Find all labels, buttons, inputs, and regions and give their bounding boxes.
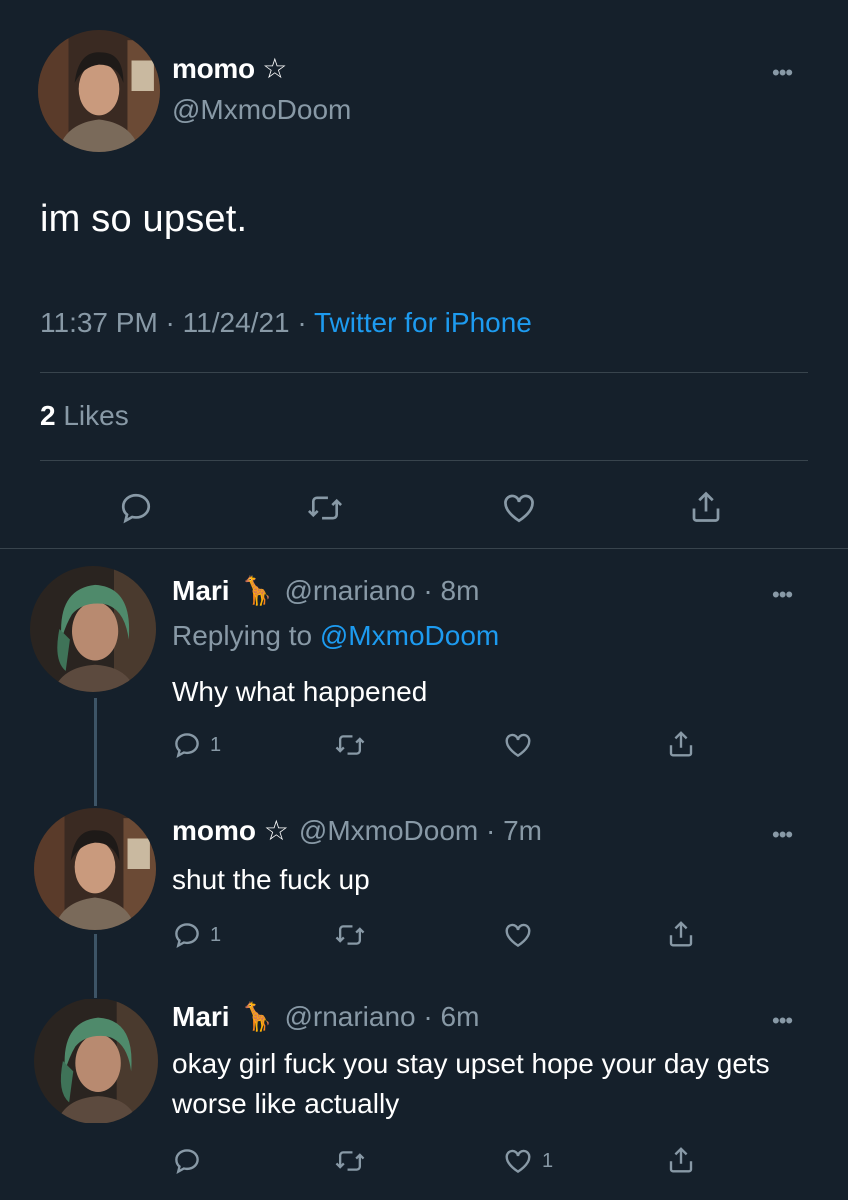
giraffe-emoji: 🦒 xyxy=(239,1001,275,1032)
reply-icon xyxy=(175,733,199,758)
replying-to: Replying to @MxmoDoom xyxy=(172,620,499,652)
author-handle[interactable]: @MxmoDoom xyxy=(172,94,351,126)
reply-author-name[interactable]: Mari xyxy=(172,575,230,607)
more-icon[interactable]: ••• xyxy=(772,824,793,846)
like-icon xyxy=(504,494,534,523)
share-button[interactable] xyxy=(666,1144,696,1176)
reply-icon xyxy=(121,493,151,524)
reply-text: okay girl fuck you stay upset hope your … xyxy=(172,1048,770,1119)
like-button[interactable]: 1 xyxy=(502,1146,553,1176)
more-icon[interactable]: ••• xyxy=(772,62,793,84)
meta-separator: · xyxy=(157,307,183,338)
share-button[interactable] xyxy=(688,488,724,526)
replying-prefix: Replying to xyxy=(172,620,313,651)
reply-count: 1 xyxy=(210,923,222,946)
reply-handle-time[interactable]: @rnariano · 6m xyxy=(284,1001,479,1033)
divider xyxy=(0,548,848,549)
share-icon xyxy=(669,921,693,947)
like-button[interactable] xyxy=(502,920,534,950)
reply-text: shut the fuck up xyxy=(172,864,370,895)
retweet-button[interactable] xyxy=(306,490,344,526)
author-name[interactable]: momo ☆ xyxy=(172,52,287,85)
like-button[interactable] xyxy=(502,730,534,760)
divider xyxy=(40,460,808,461)
reply-button[interactable] xyxy=(118,490,154,526)
retweet-icon xyxy=(335,1151,365,1171)
reply-handle-time[interactable]: @rnariano · 8m xyxy=(284,575,479,607)
likes-label: Likes xyxy=(63,400,129,431)
divider xyxy=(40,372,808,373)
replying-to-handle[interactable]: @MxmoDoom xyxy=(320,620,499,651)
more-icon[interactable]: ••• xyxy=(772,1010,793,1032)
reply-handle-time[interactable]: @MxmoDoom · 7m xyxy=(299,815,542,847)
retweet-icon xyxy=(307,496,343,520)
tweet-date[interactable]: 11/24/21 xyxy=(183,307,290,338)
likes-count: 2 xyxy=(40,400,56,431)
tweet-source[interactable]: Twitter for iPhone xyxy=(314,307,532,338)
retweet-icon xyxy=(335,925,365,945)
retweet-button[interactable] xyxy=(334,920,366,950)
thread-connector xyxy=(94,934,97,998)
avatar-mari[interactable] xyxy=(34,998,158,1124)
more-icon[interactable]: ••• xyxy=(772,584,793,606)
retweet-button[interactable] xyxy=(334,730,366,760)
retweet-button[interactable] xyxy=(334,1146,366,1176)
retweet-icon xyxy=(335,735,365,755)
like-icon xyxy=(505,733,531,758)
like-icon xyxy=(505,1149,531,1174)
reply-button[interactable] xyxy=(172,1146,202,1176)
avatar-momo[interactable] xyxy=(34,808,156,930)
avatar-mari[interactable] xyxy=(30,566,156,692)
share-button[interactable] xyxy=(666,728,696,760)
like-icon xyxy=(505,923,531,948)
meta-separator: · xyxy=(289,307,314,338)
avatar-momo[interactable] xyxy=(38,30,160,152)
likes-stat[interactable]: 2 Likes xyxy=(40,400,129,432)
reply-button[interactable]: 1 xyxy=(172,920,221,950)
reply-text: Why what happened xyxy=(172,676,428,707)
reply-icon xyxy=(175,1149,199,1174)
giraffe-emoji: 🦒 xyxy=(239,575,275,606)
tweet-time[interactable]: 11:37 PM xyxy=(40,307,158,338)
share-icon xyxy=(669,731,693,757)
share-icon xyxy=(692,491,720,522)
tweet-meta: 11:37 PM · 11/24/21 · Twitter for iPhone xyxy=(40,307,532,339)
reply-button[interactable]: 1 xyxy=(172,730,221,760)
share-button[interactable] xyxy=(666,918,696,950)
thread-connector xyxy=(94,698,97,806)
like-button[interactable] xyxy=(500,490,538,526)
like-count: 1 xyxy=(542,1149,554,1172)
reply-header: Mari 🦒 @rnariano · 6m xyxy=(172,1000,479,1033)
tweet-text: im so upset. xyxy=(40,198,248,240)
reply-header: Mari 🦒 @rnariano · 8m xyxy=(172,574,479,607)
reply-icon xyxy=(175,923,199,948)
reply-author-name[interactable]: Mari xyxy=(172,1001,230,1033)
reply-count: 1 xyxy=(210,733,222,756)
reply-header: momo ☆ @MxmoDoom · 7m xyxy=(172,814,542,847)
reply-author-name[interactable]: momo ☆ xyxy=(172,814,289,847)
share-icon xyxy=(669,1147,693,1173)
